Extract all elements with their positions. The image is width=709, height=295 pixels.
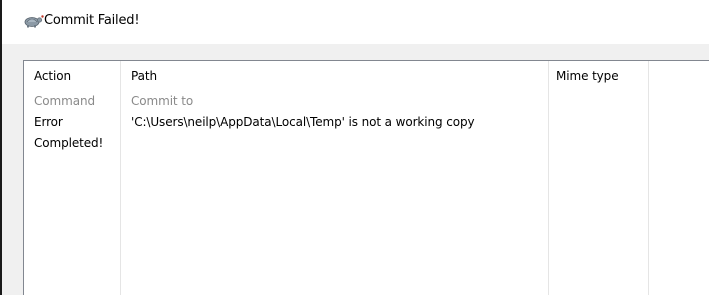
list-row-completed[interactable]: Completed! xyxy=(24,133,709,154)
column-header-action[interactable]: Action xyxy=(34,61,71,91)
progress-list[interactable]: Action Path Mime type Command Commit to … xyxy=(23,60,709,295)
tortoise-icon xyxy=(23,14,45,28)
row-path: 'C:\Users\neilp\AppData\Local\Temp' is n… xyxy=(131,115,475,129)
row-action: Command xyxy=(34,94,95,108)
window-title: Commit Failed! xyxy=(44,13,140,28)
title-bar[interactable]: Commit Failed! xyxy=(2,0,709,44)
list-row-error[interactable]: Error 'C:\Users\neilp\AppData\Local\Temp… xyxy=(24,112,709,133)
list-header: Action Path Mime type xyxy=(24,61,709,91)
commit-dialog-window: Commit Failed! Action Path Mime type Com… xyxy=(0,0,709,295)
row-action: Error xyxy=(34,115,63,129)
row-path: Commit to xyxy=(131,94,194,108)
dialog-body: Action Path Mime type Command Commit to … xyxy=(2,44,709,295)
list-row-command[interactable]: Command Commit to xyxy=(24,91,709,112)
row-action: Completed! xyxy=(34,136,104,150)
column-header-mime-type[interactable]: Mime type xyxy=(556,61,619,91)
column-header-path[interactable]: Path xyxy=(131,61,157,91)
